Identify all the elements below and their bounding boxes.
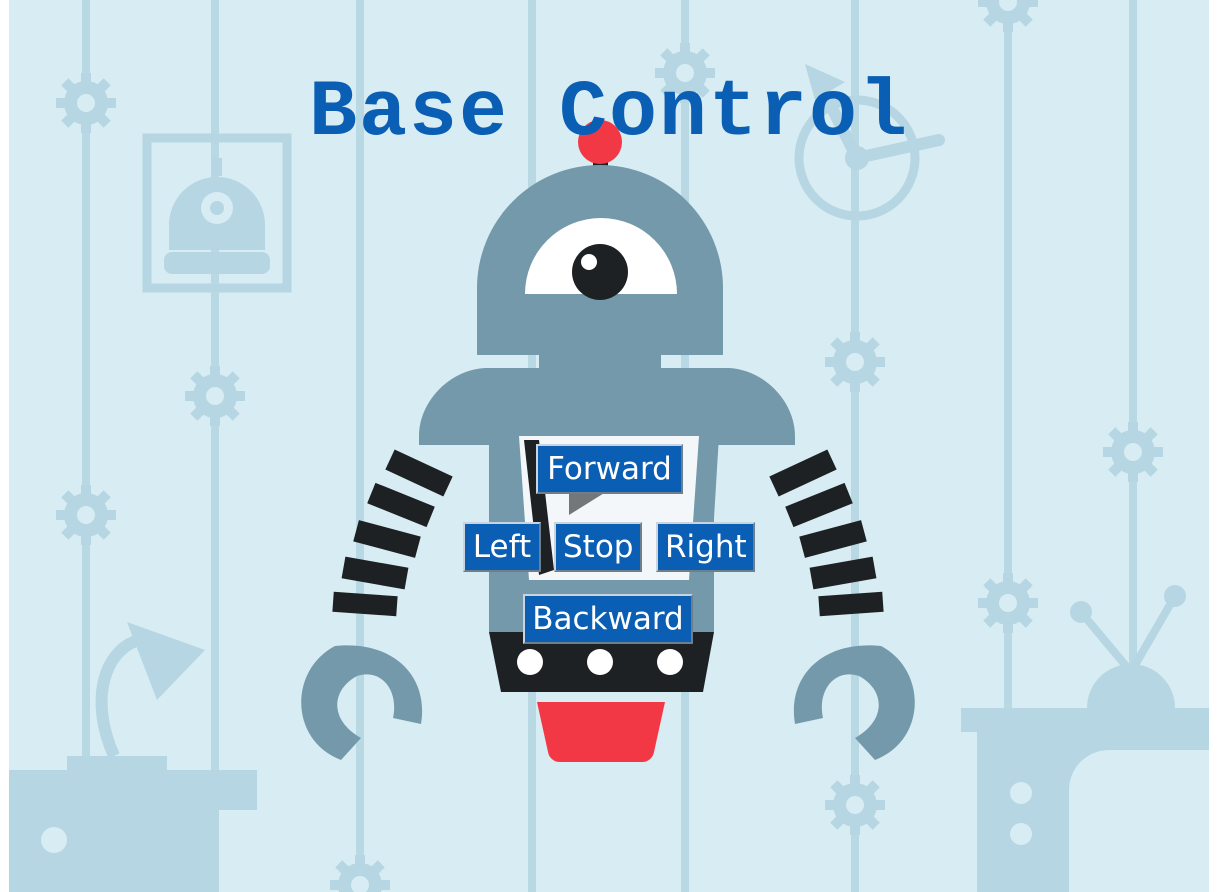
machine-with-antennas: [961, 585, 1209, 892]
backward-button[interactable]: Backward: [523, 594, 693, 644]
stop-button[interactable]: Stop: [554, 522, 642, 572]
forward-button[interactable]: Forward: [536, 444, 683, 494]
right-button[interactable]: Right: [656, 522, 755, 572]
robot-illustration: [301, 120, 915, 763]
desk-with-lamp: [9, 622, 257, 892]
control-page: Base Control Forward Left Stop Right Bac…: [9, 0, 1209, 892]
left-button[interactable]: Left: [463, 522, 541, 572]
page-title: Base Control: [308, 68, 910, 159]
